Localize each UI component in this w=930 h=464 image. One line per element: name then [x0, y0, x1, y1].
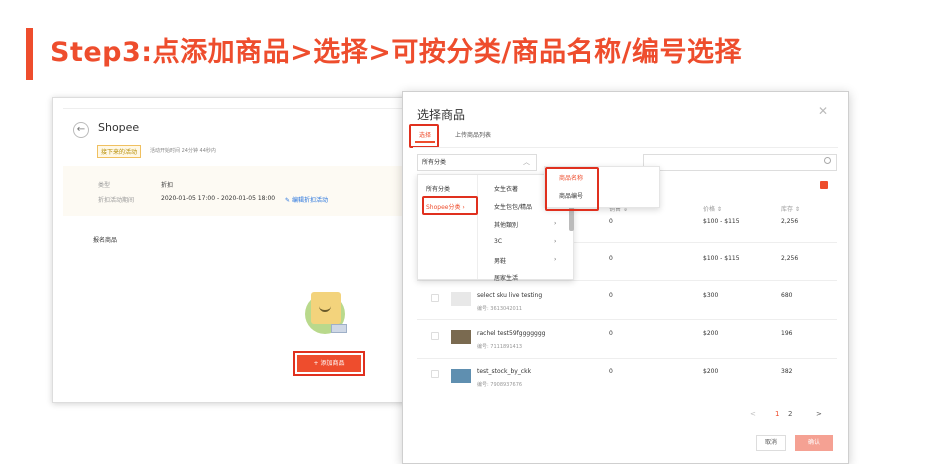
search-by-highlight: [545, 167, 599, 211]
category-3c[interactable]: 3C: [494, 238, 502, 245]
chevron-right-icon: ›: [554, 238, 557, 245]
row4-code: 编号: 7111891413: [477, 344, 523, 350]
row5-sold: 0: [609, 368, 613, 375]
row4-name: rachel test59fggggggg: [477, 330, 546, 337]
category-select-value: 所有分类: [422, 159, 447, 166]
select-all-checkbox[interactable]: [820, 181, 828, 189]
pager-page-2[interactable]: 2: [788, 410, 792, 418]
confirm-button[interactable]: 确认: [795, 435, 833, 451]
page-title: Step3:点添加商品>选择>可按分类/商品名称/编号选择: [50, 37, 743, 68]
shop-title: Shopee: [98, 121, 140, 134]
row2-price: $100 - $115: [703, 255, 740, 262]
chevron-right-icon: ›: [554, 220, 557, 227]
type-label: 类型: [98, 182, 111, 189]
category-others[interactable]: 其他類別: [494, 220, 518, 229]
type-value: 折扣: [161, 182, 174, 189]
row3-price: $300: [703, 292, 719, 299]
row1-price: $100 - $115: [703, 218, 740, 225]
registered-products-heading: 报名商品: [93, 237, 118, 244]
chevron-right-icon: ›: [554, 256, 557, 263]
row1-sold: 0: [609, 218, 613, 225]
row1-stock: 2,256: [781, 218, 799, 225]
row4-sold: 0: [609, 330, 613, 337]
row-checkbox[interactable]: [431, 294, 439, 302]
edit-discount-link[interactable]: ✎ 编辑折扣活动: [285, 195, 328, 204]
product-thumbnail: [451, 369, 471, 383]
row-checkbox[interactable]: [431, 332, 439, 340]
product-thumbnail: [451, 292, 471, 306]
title-accent-bar: [26, 28, 33, 80]
row5-name: test_stock_by_ckk: [477, 368, 532, 375]
row5-stock: 382: [781, 368, 793, 375]
category-men-shoes[interactable]: 男鞋: [494, 256, 506, 265]
pager-page-1[interactable]: 1: [775, 410, 779, 418]
category-women-bags[interactable]: 女生包包/精品: [494, 202, 532, 211]
search-icon[interactable]: [824, 157, 831, 164]
row4-price: $200: [703, 330, 719, 337]
edit-discount-label: 编辑折扣活动: [291, 197, 328, 204]
row-divider: [417, 280, 837, 281]
period-label: 折扣活动期间: [98, 197, 135, 204]
row5-code: 编号: 7908937676: [477, 382, 523, 388]
category-all[interactable]: 所有分类: [426, 184, 450, 193]
chevron-up-icon: ︿: [523, 158, 530, 166]
select-product-modal: 选择商品 ✕ 选择 上传商品列表 所有分类 ︿ 销售 ⇕ 价格 ⇕ 库存 ⇕ 0…: [402, 91, 849, 464]
price-tag-icon: [331, 324, 347, 333]
col-price[interactable]: 价格 ⇕: [703, 204, 722, 213]
search-input[interactable]: [643, 154, 837, 171]
col-stock[interactable]: 库存 ⇕: [781, 204, 800, 213]
tab-select-highlight: [409, 124, 439, 148]
discount-page-window: ← Shopee 接下来的活动 活动开始时间 24分钟 44秒内 类型 折扣 折…: [52, 97, 417, 403]
close-icon[interactable]: ✕: [818, 104, 828, 118]
row2-stock: 2,256: [781, 255, 799, 262]
row2-sold: 0: [609, 255, 613, 262]
tab-divider: [413, 147, 838, 148]
row5-price: $200: [703, 368, 719, 375]
row4-stock: 196: [781, 330, 793, 337]
category-select[interactable]: 所有分类 ︿: [417, 154, 537, 171]
status-badge: 接下来的活动: [97, 145, 142, 158]
period-value: 2020-01-05 17:00 - 2020-01-05 18:00: [161, 195, 276, 202]
category-shopee-highlight: [422, 196, 478, 215]
status-description: 活动开始时间 24分钟 44秒内: [150, 148, 216, 154]
row3-name: select sku live testing: [477, 292, 543, 299]
pager-next[interactable]: >: [816, 410, 822, 418]
row-divider: [417, 319, 837, 320]
add-product-button[interactable]: + 添加商品: [293, 351, 365, 376]
row3-code: 编号: 3613042011: [477, 306, 523, 312]
category-home[interactable]: 居家生活: [494, 273, 518, 282]
back-arrow-icon[interactable]: ←: [73, 122, 89, 138]
product-thumbnail: [451, 330, 471, 344]
cancel-button[interactable]: 取消: [756, 435, 786, 451]
discount-info-band: [63, 166, 416, 216]
row-divider: [417, 358, 837, 359]
tab-upload-list[interactable]: 上传商品列表: [455, 129, 491, 143]
row3-sold: 0: [609, 292, 613, 299]
row-checkbox[interactable]: [431, 370, 439, 378]
pager-prev[interactable]: <: [750, 410, 756, 418]
category-women-clothing[interactable]: 女生衣著: [494, 184, 518, 193]
row3-stock: 680: [781, 292, 793, 299]
modal-title: 选择商品: [417, 108, 466, 122]
